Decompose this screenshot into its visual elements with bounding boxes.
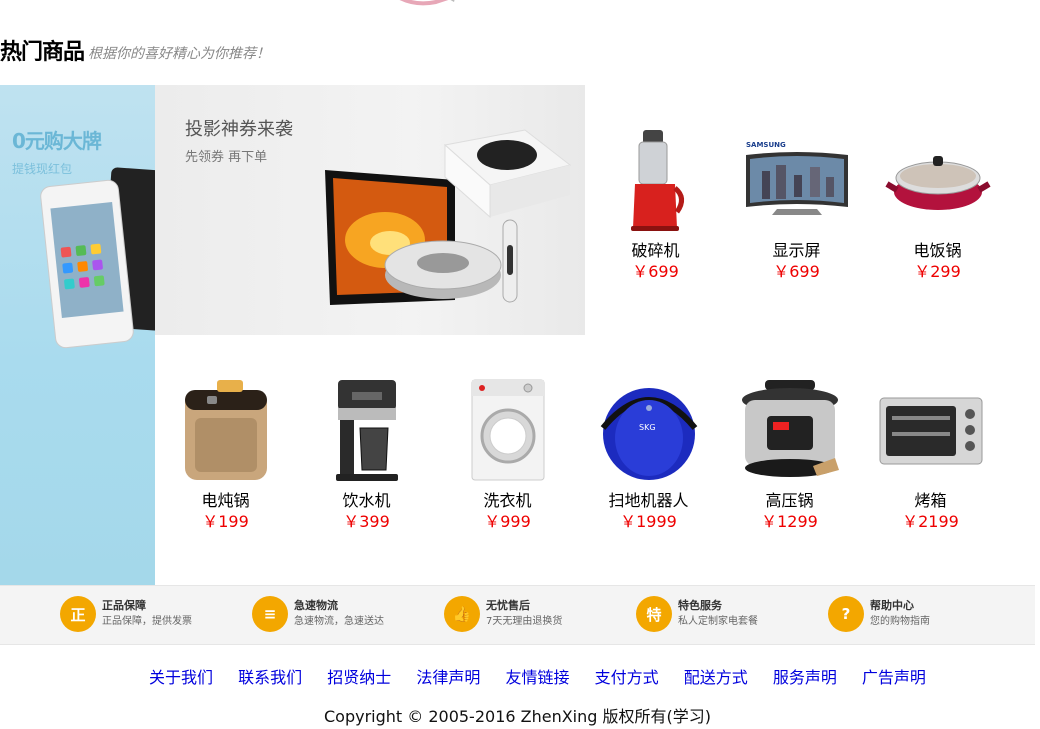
genuine-guarantee-icon: 正 (60, 596, 96, 632)
section-slogan: 根据你的喜好精心为你推荐！ (88, 46, 271, 62)
projector-icon (325, 129, 572, 305)
service-desc: 私人定制家电套餐 (678, 616, 758, 627)
product-price: ￥2199 (902, 512, 959, 531)
product-name: 电饭锅 (913, 241, 962, 260)
product-name: 电炖锅 (201, 491, 250, 510)
smartphone-icon (40, 167, 155, 349)
product-card[interactable]: 电饭锅 ￥299 (867, 125, 1008, 282)
footer-links: 关于我们 联系我们 招贤纳士 法律声明 友情链接 支付方式 配送方式 服务声明 … (0, 664, 1040, 688)
product-price: ￥1999 (620, 512, 677, 531)
service-item[interactable]: ? 帮助中心 您的购物指南 (828, 596, 930, 632)
footer-link-legal[interactable]: 法律声明 (416, 668, 480, 687)
help-question-icon: ? (828, 596, 864, 632)
thumbs-up-icon: 👍 (444, 596, 480, 632)
service-item[interactable]: 👍 无忧售后 7天无理由退换货 (444, 596, 562, 632)
section-header: 热门商品 根据你的喜好精心为你推荐！ (0, 36, 270, 66)
pressure-cooker-icon (741, 379, 839, 477)
logo-fragment-icon (399, 0, 455, 6)
page: 热门商品 根据你的喜好精心为你推荐！ 0元购大牌 提钱现红包 投影神券来袭 先领… (0, 0, 1040, 729)
product-card[interactable]: 破碎机 ￥699 (585, 125, 726, 282)
monitor-icon: SAMSUNG (745, 141, 848, 215)
projector-promo-banner[interactable]: 投影神券来袭 先领券 再下单 (155, 85, 585, 335)
fast-delivery-icon: ≡ (252, 596, 288, 632)
service-title: 帮助中心 (870, 599, 914, 612)
product-price: ￥699 (773, 262, 820, 281)
coffee-maker-icon (335, 379, 398, 481)
service-desc: 急速物流，急速送达 (294, 616, 384, 627)
service-bar: 正 正品保障 正品保障，提供发票 ≡ 急速物流 急速物流，急速送达 👍 无忧售后… (0, 585, 1035, 645)
service-title: 急速物流 (294, 599, 338, 612)
footer-link-jobs[interactable]: 招贤纳士 (327, 668, 391, 687)
product-card[interactable]: 洗衣机 ￥999 (437, 375, 578, 532)
service-title: 特色服务 (678, 599, 722, 612)
special-service-icon: 特 (636, 596, 672, 632)
service-item[interactable]: 正 正品保障 正品保障，提供发票 (60, 596, 192, 632)
service-title: 正品保障 (102, 599, 146, 612)
product-name: 洗衣机 (483, 491, 532, 510)
footer-link-friends[interactable]: 友情链接 (505, 668, 569, 687)
hotpot-icon (884, 156, 991, 210)
service-item[interactable]: ≡ 急速物流 急速物流，急速送达 (252, 596, 384, 632)
product-name: 扫地机器人 (608, 491, 689, 510)
footer-link-payment[interactable]: 支付方式 (595, 668, 659, 687)
footer-link-service[interactable]: 服务声明 (773, 668, 837, 687)
product-card[interactable]: 高压锅 ￥1299 (719, 375, 860, 532)
service-desc: 正品保障，提供发票 (102, 616, 192, 627)
product-card[interactable]: SAMSUNG 显示屏 ￥699 (726, 125, 867, 282)
juicer-icon (630, 129, 684, 231)
product-price: ￥399 (343, 512, 390, 531)
product-name: 高压锅 (765, 491, 814, 510)
service-title: 无忧售后 (486, 599, 530, 612)
section-title: 热门商品 (0, 40, 85, 65)
product-card[interactable]: 饮水机 ￥399 (296, 375, 437, 532)
product-price: ￥699 (632, 262, 679, 281)
product-price: ￥999 (484, 512, 531, 531)
product-name: 饮水机 (342, 491, 391, 510)
svg-text:SKG: SKG (639, 423, 656, 432)
product-name: 显示屏 (772, 241, 821, 260)
footer-link-delivery[interactable]: 配送方式 (684, 668, 748, 687)
service-desc: 您的购物指南 (870, 616, 930, 627)
product-card[interactable]: 烤箱 ￥2199 (860, 375, 1001, 532)
product-price: ￥1299 (761, 512, 818, 531)
oven-icon (879, 397, 982, 465)
product-card[interactable]: SKG 扫地机器人 ￥1999 (578, 375, 719, 532)
projector-banner-title: 投影神券来袭 (185, 119, 293, 140)
footer-link-ads[interactable]: 广告声明 (862, 668, 926, 687)
service-desc: 7天无理由退换货 (486, 616, 563, 627)
projector-banner-subtitle: 先领券 再下单 (185, 150, 268, 165)
footer-link-contact[interactable]: 联系我们 (238, 668, 302, 687)
robot-vacuum-icon: SKG (600, 387, 697, 480)
washing-machine-icon (471, 379, 544, 480)
left-banner-title: 0元购大牌 (12, 129, 102, 153)
copyright-text: Copyright © 2005-2016 ZhenXing 版权所有(学习) (323, 707, 711, 726)
product-name: 破碎机 (631, 241, 680, 260)
bread-maker-icon (184, 379, 267, 480)
product-card[interactable]: 电炖锅 ￥199 (155, 375, 296, 532)
svg-text:SAMSUNG: SAMSUNG (746, 141, 786, 149)
product-price: ￥299 (914, 262, 961, 281)
left-promo-banner[interactable]: 0元购大牌 提钱现红包 (0, 85, 155, 585)
service-item[interactable]: 特 特色服务 私人定制家电套餐 (636, 596, 758, 632)
footer-link-about[interactable]: 关于我们 (149, 668, 213, 687)
product-price: ￥199 (202, 512, 249, 531)
product-name: 烤箱 (914, 491, 947, 510)
